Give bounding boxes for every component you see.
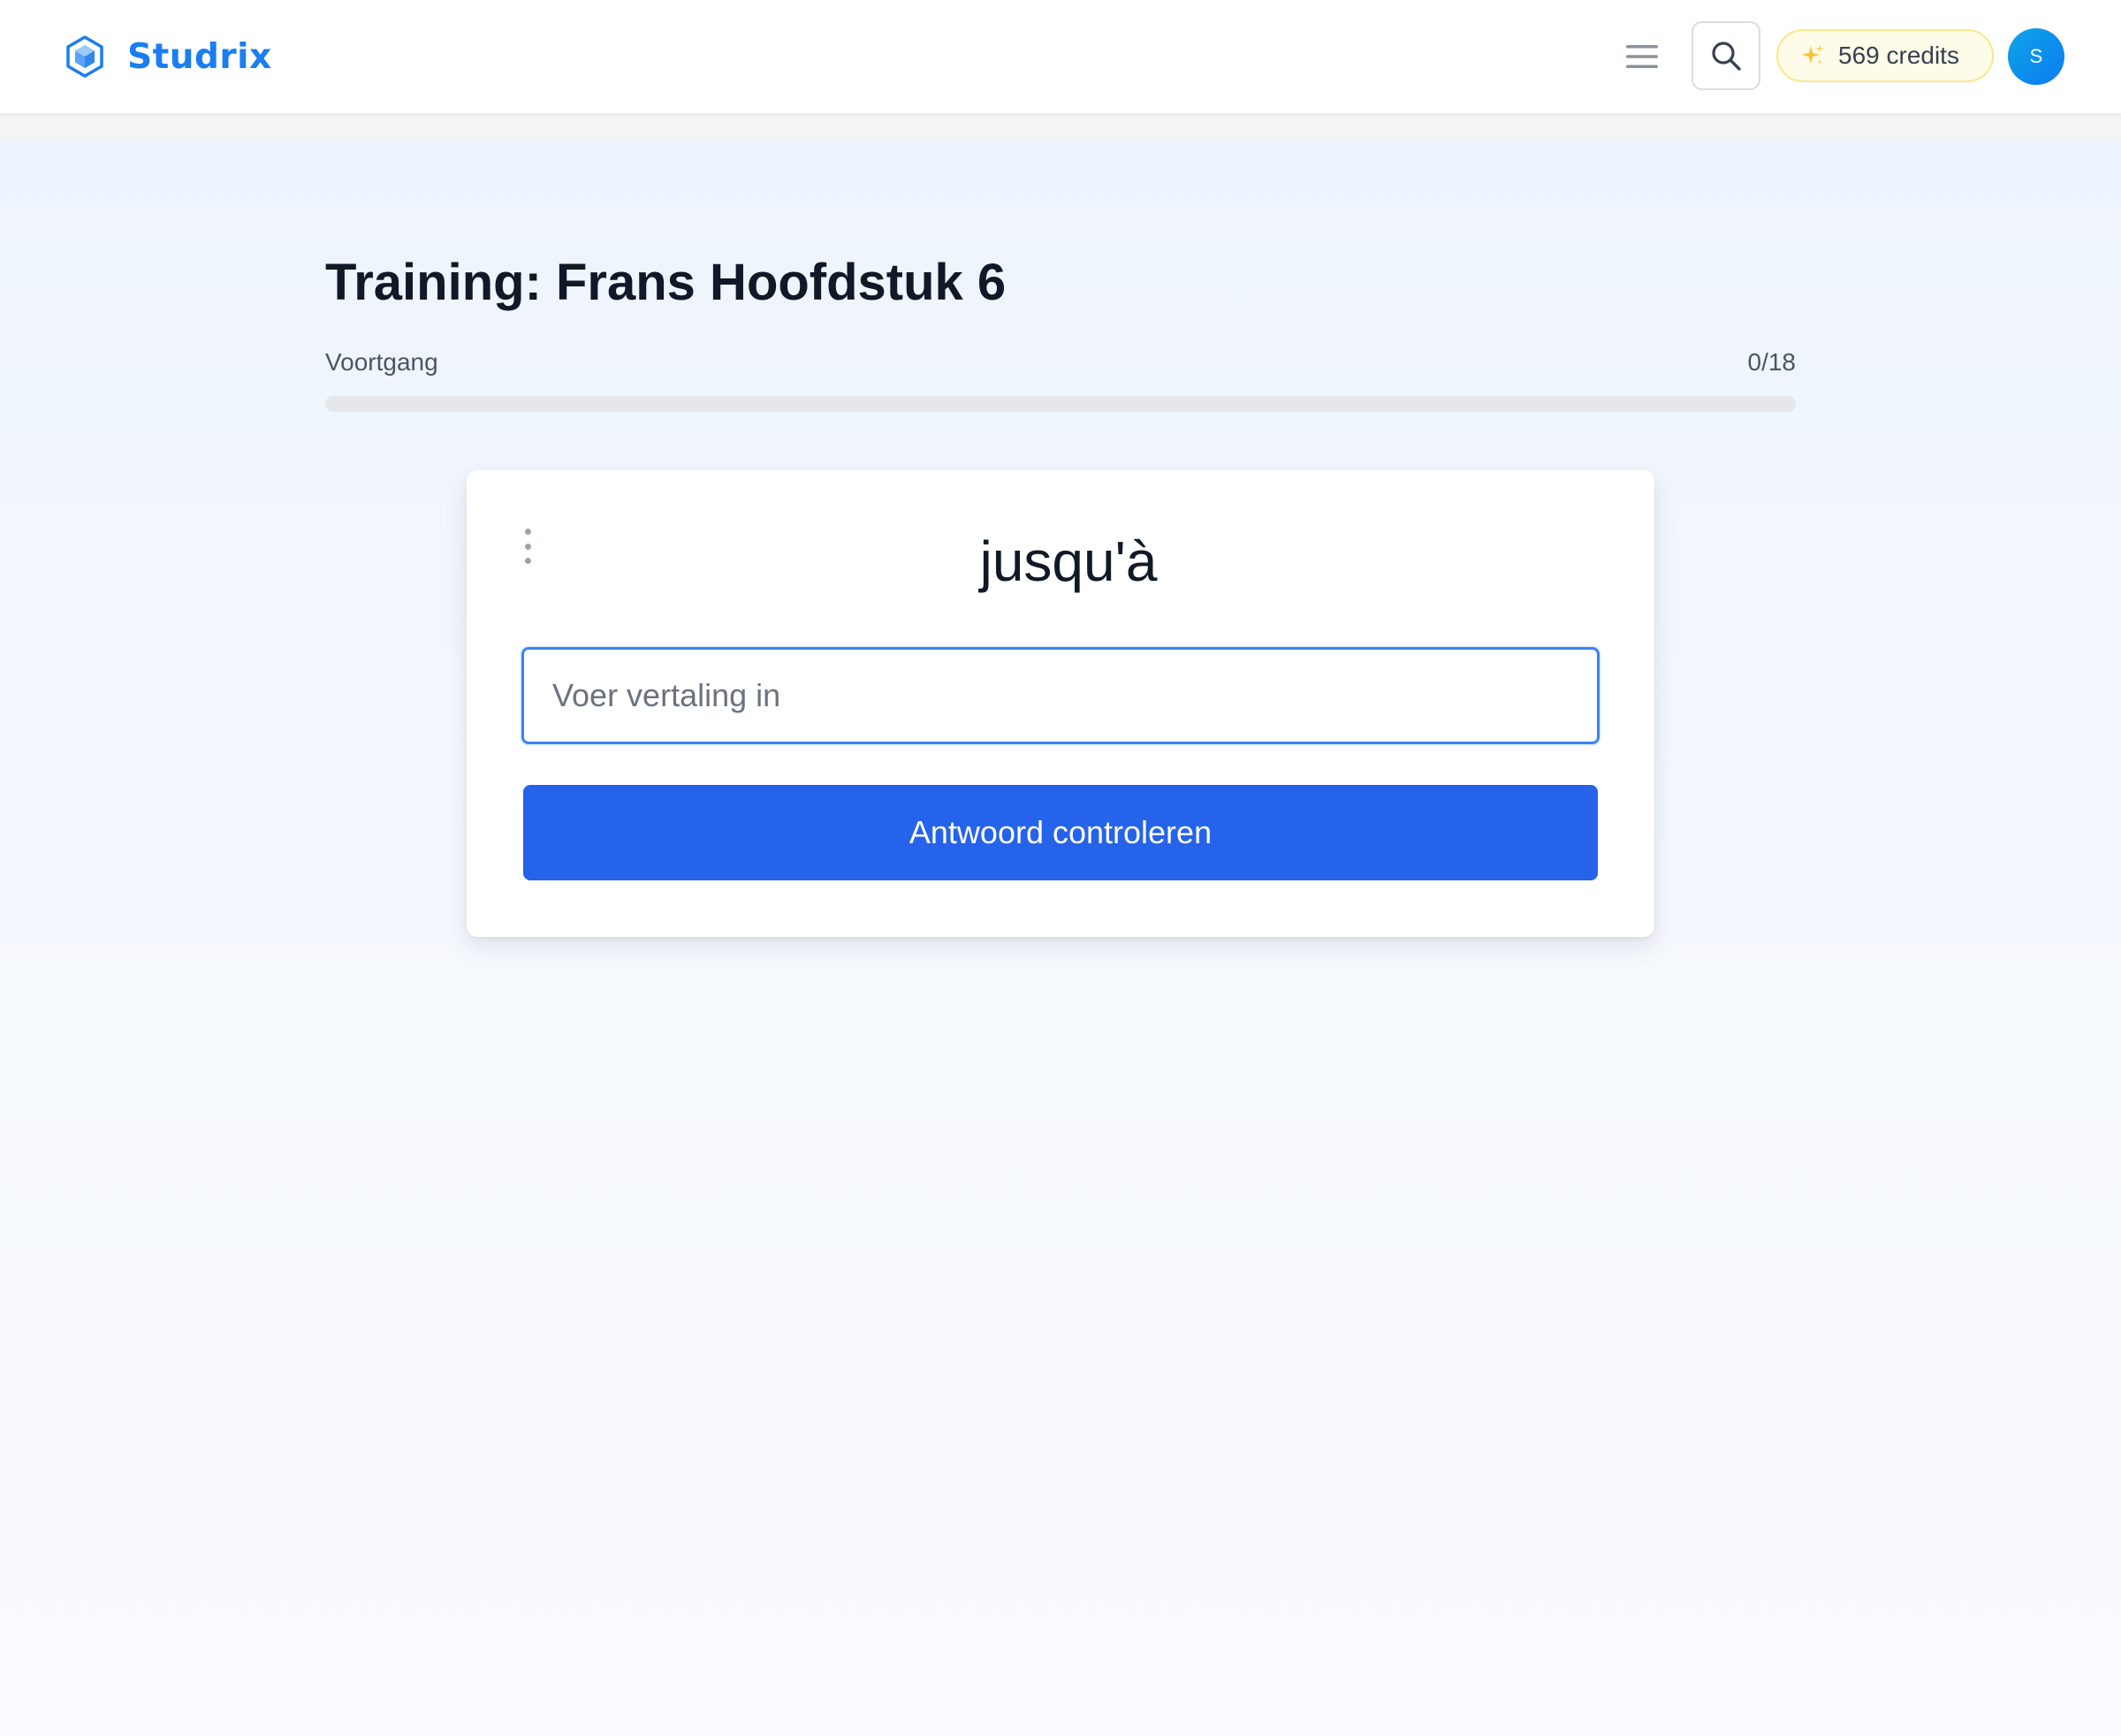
sparkle-icon: [1802, 44, 1824, 65]
brand-name: Studrix: [127, 36, 272, 77]
search-icon: [1712, 42, 1741, 71]
menu-button[interactable]: [1619, 34, 1665, 80]
page-title: Training: Frans Hoofdstuk 6: [325, 254, 1007, 311]
user-avatar[interactable]: S: [2008, 28, 2064, 85]
credits-count: 569 credits: [1838, 42, 1959, 69]
progress-bar: [325, 396, 1796, 412]
page-background: [0, 141, 2121, 1736]
translation-input[interactable]: [521, 647, 1600, 744]
progress-label: Voortgang: [325, 348, 438, 376]
check-answer-button[interactable]: Antwoord controleren: [523, 785, 1598, 880]
header-divider-strip: [0, 113, 2121, 141]
credits-badge[interactable]: 569 credits: [1776, 29, 1994, 82]
avatar-initial: S: [2029, 45, 2043, 67]
progress-count: 0/18: [1747, 348, 1797, 376]
hexagon-cube-icon: [66, 35, 103, 78]
prompt-word: jusqu'à: [979, 529, 1158, 593]
hamburger-menu-icon: [1626, 45, 1658, 68]
flashcard: jusqu'à Antwoord controleren: [467, 470, 1654, 937]
search-button[interactable]: [1691, 21, 1760, 90]
top-navigation-bar: Studrix 569 credits S: [0, 0, 2121, 113]
brand-home-link[interactable]: Studrix: [65, 32, 272, 81]
